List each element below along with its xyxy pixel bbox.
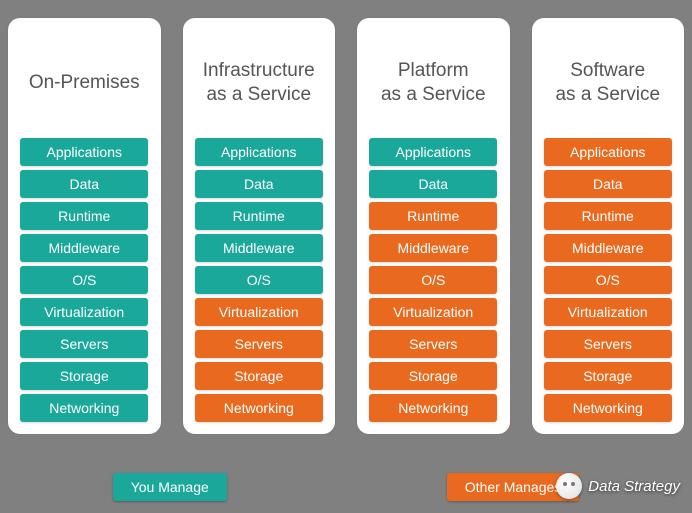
layer-stack: Applications Data Runtime Middleware O/S Virt… bbox=[365, 138, 502, 422]
column-title-line: as a Service bbox=[203, 83, 315, 107]
watermark-text: Data Strategy bbox=[588, 478, 680, 495]
layer-item: Servers bbox=[544, 330, 672, 358]
layer-item: Servers bbox=[369, 330, 497, 358]
layer-item: Networking bbox=[195, 394, 323, 422]
layer-item: Networking bbox=[369, 394, 497, 422]
column-2: Platformas a ServiceApplicationsDataRunt… bbox=[357, 18, 510, 434]
layer-item: Virtualization bbox=[544, 298, 672, 326]
layer-stack: Applications Data Runtime Middleware O/S Virt… bbox=[191, 138, 328, 422]
column-title-line: Infrastructure bbox=[203, 59, 315, 83]
column-0: On-Premises Applications Data Runtime Middle… bbox=[8, 18, 161, 434]
layer-item: Data bbox=[544, 170, 672, 198]
layer-item: Virtualization bbox=[20, 298, 148, 326]
columns-container: On-Premises Applications Data Runtime Middle… bbox=[0, 0, 692, 434]
layer-item: Data bbox=[195, 170, 323, 198]
layer-item: Data bbox=[20, 170, 148, 198]
layer-item: Servers bbox=[20, 330, 148, 358]
layer-item: O/S bbox=[195, 266, 323, 294]
layer-item: Runtime bbox=[544, 202, 672, 230]
layer-item: Middleware bbox=[195, 234, 323, 262]
layer-item: Applications bbox=[369, 138, 497, 166]
layer-item: Middleware bbox=[544, 234, 672, 262]
wechat-icon bbox=[556, 473, 582, 499]
layer-item: Networking bbox=[544, 394, 672, 422]
watermark: Data Strategy bbox=[556, 473, 680, 499]
column-1: Infrastructureas a ServiceApplicationsDa… bbox=[183, 18, 336, 434]
layer-item: Virtualization bbox=[369, 298, 497, 326]
layer-item: O/S bbox=[20, 266, 148, 294]
column-title-line: as a Service bbox=[555, 83, 660, 107]
column-title: Platformas a Service bbox=[379, 28, 488, 138]
layer-stack: Applications Data Runtime Middleware O/S Virt… bbox=[540, 138, 677, 422]
column-title-line: On-Premises bbox=[29, 71, 140, 95]
column-title: Infrastructureas a Service bbox=[201, 28, 317, 138]
layer-item: Storage bbox=[20, 362, 148, 390]
layer-item: Middleware bbox=[20, 234, 148, 262]
layer-item: Runtime bbox=[369, 202, 497, 230]
column-title-line: Platform bbox=[381, 59, 486, 83]
layer-item: Applications bbox=[544, 138, 672, 166]
layer-item: Servers bbox=[195, 330, 323, 358]
column-title-line: as a Service bbox=[381, 83, 486, 107]
layer-item: O/S bbox=[544, 266, 672, 294]
layer-item: Applications bbox=[20, 138, 148, 166]
layer-item: Storage bbox=[195, 362, 323, 390]
column-3: Softwareas a ServiceApplicationsDataRunt… bbox=[532, 18, 685, 434]
column-title-line: Software bbox=[555, 59, 660, 83]
layer-item: Networking bbox=[20, 394, 148, 422]
layer-item: Runtime bbox=[195, 202, 323, 230]
layer-item: Virtualization bbox=[195, 298, 323, 326]
layer-item: Storage bbox=[369, 362, 497, 390]
layer-item: Middleware bbox=[369, 234, 497, 262]
layer-item: Applications bbox=[195, 138, 323, 166]
column-title: Softwareas a Service bbox=[553, 28, 662, 138]
layer-item: Data bbox=[369, 170, 497, 198]
column-title: On-Premises bbox=[27, 28, 142, 138]
layer-item: Storage bbox=[544, 362, 672, 390]
layer-stack: Applications Data Runtime Middleware O/S Virt… bbox=[16, 138, 153, 422]
legend-you-manage: You Manage bbox=[113, 473, 227, 501]
layer-item: O/S bbox=[369, 266, 497, 294]
layer-item: Runtime bbox=[20, 202, 148, 230]
